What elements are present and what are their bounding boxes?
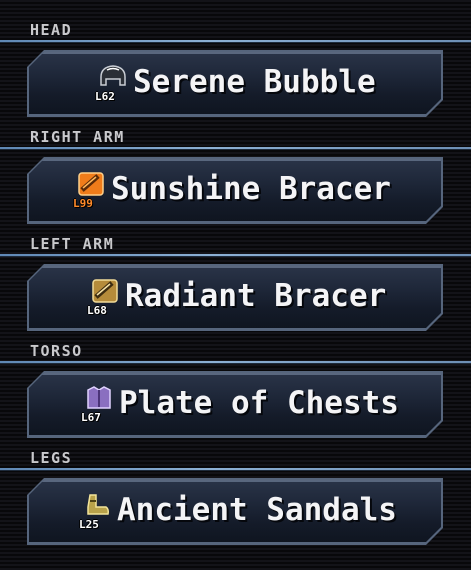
helmet-icon: L62: [95, 62, 131, 102]
item-name: Ancient Sandals: [117, 492, 397, 528]
item-name: Serene Bubble: [133, 64, 376, 100]
item-content: L62 Serene Bubble: [95, 54, 376, 110]
item-level-badge: L99: [73, 197, 93, 210]
slot-label-right-arm: RIGHT ARM: [30, 128, 125, 146]
equipment-slot-right-arm: RIGHT ARM L99 Sunshine Bracer: [0, 107, 471, 214]
bracer-icon: L68: [87, 276, 123, 316]
equipment-slot-head: HEAD L62 Serene Bubble: [0, 0, 471, 107]
legs-item-button[interactable]: L25 Ancient Sandals: [27, 478, 443, 545]
button-face: L99 Sunshine Bracer: [29, 159, 441, 221]
button-face: L67 Plate of Chests: [29, 373, 441, 435]
slot-divider: [0, 147, 471, 150]
equipment-slot-legs: LEGS L25 Ancient Sandals: [0, 428, 471, 535]
slot-label-left-arm: LEFT ARM: [30, 235, 115, 253]
slot-label-head: HEAD: [30, 21, 73, 39]
item-content: L67 Plate of Chests: [81, 375, 399, 431]
item-level-badge: L62: [95, 90, 115, 103]
item-content: L25 Ancient Sandals: [79, 482, 397, 538]
item-content: L68 Radiant Bracer: [87, 268, 386, 324]
slot-divider: [0, 361, 471, 364]
item-level-badge: L25: [79, 518, 99, 531]
slot-divider: [0, 254, 471, 257]
slot-label-torso: TORSO: [30, 342, 83, 360]
item-name: Plate of Chests: [119, 385, 399, 421]
bracer-icon: L99: [73, 169, 109, 209]
button-face: L68 Radiant Bracer: [29, 266, 441, 328]
slot-label-legs: LEGS: [30, 449, 73, 467]
equipment-slot-left-arm: LEFT ARM L68 Radiant Bracer: [0, 214, 471, 321]
item-level-badge: L67: [81, 411, 101, 424]
button-face: L25 Ancient Sandals: [29, 480, 441, 542]
sandals-icon: L25: [79, 490, 115, 530]
equipment-slot-torso: TORSO L67 Plate of Chests: [0, 321, 471, 428]
slot-divider: [0, 40, 471, 43]
item-content: L99 Sunshine Bracer: [73, 161, 391, 217]
item-name: Sunshine Bracer: [111, 171, 391, 207]
item-level-badge: L68: [87, 304, 107, 317]
slot-divider: [0, 468, 471, 471]
chestplate-icon: L67: [81, 383, 117, 423]
button-face: L62 Serene Bubble: [29, 52, 441, 114]
item-name: Radiant Bracer: [125, 278, 387, 314]
